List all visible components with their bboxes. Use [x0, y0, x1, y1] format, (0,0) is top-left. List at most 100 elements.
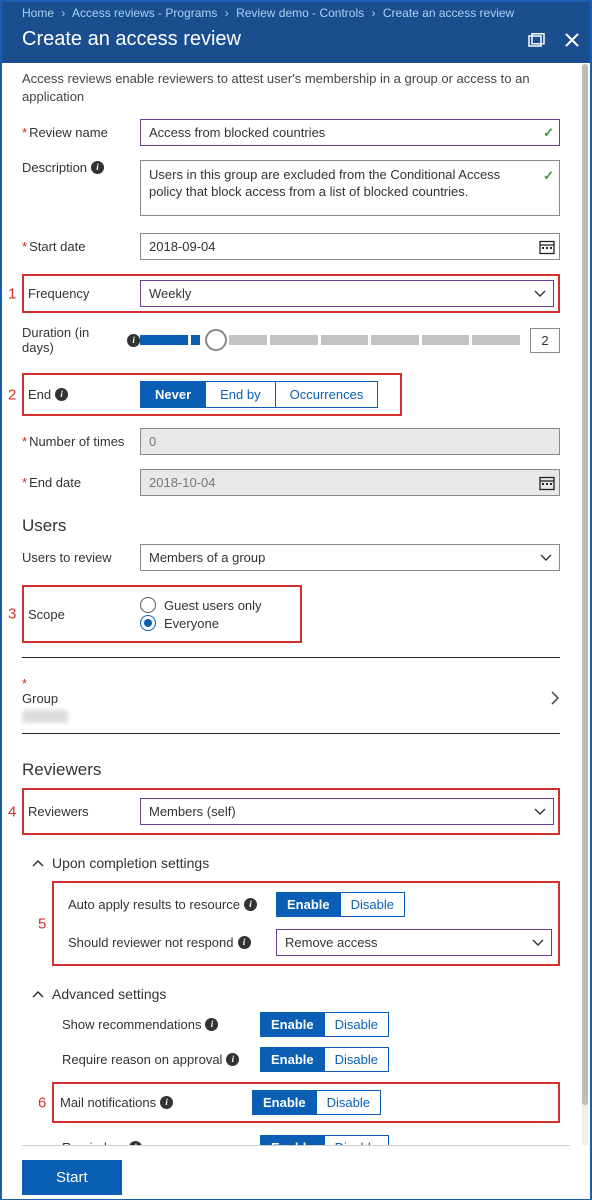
chevron-up-icon [32, 855, 44, 871]
users-to-review-select[interactable]: Members of a group [140, 544, 560, 571]
mail-notif-enable[interactable]: Enable [253, 1091, 317, 1114]
callout-mail: 6 Mail notifications i Enable Disable [52, 1082, 560, 1123]
review-name-input[interactable] [140, 119, 560, 146]
mail-notif-disable[interactable]: Disable [317, 1091, 380, 1114]
callout-2: 2 [8, 386, 16, 403]
label-reviewers: Reviewers [28, 804, 140, 819]
require-reason-disable[interactable]: Disable [325, 1048, 388, 1071]
label-end: End i [28, 387, 140, 402]
start-date-input[interactable] [140, 233, 560, 260]
callout-frequency: 1 Frequency Weekly [22, 274, 560, 313]
auto-apply-disable[interactable]: Disable [341, 893, 404, 916]
start-button[interactable]: Start [22, 1160, 122, 1195]
bottom-bar: Start [2, 1145, 590, 1199]
label-review-name: Review name [22, 125, 140, 140]
advanced-label: Advanced settings [52, 986, 166, 1002]
chevron-right-icon: › [371, 6, 375, 20]
show-reco-disable[interactable]: Disable [325, 1013, 388, 1036]
group-value-redacted [22, 710, 68, 723]
label-mail-notif: Mail notifications i [60, 1095, 252, 1110]
info-icon[interactable]: i [226, 1053, 239, 1066]
auto-apply-toggle: Enable Disable [276, 892, 405, 917]
require-reason-enable[interactable]: Enable [261, 1048, 325, 1071]
crumb-home[interactable]: Home [22, 6, 54, 20]
end-date-input [140, 469, 560, 496]
chevron-up-icon [32, 986, 44, 1002]
end-never-button[interactable]: Never [141, 382, 206, 407]
info-icon[interactable]: i [160, 1096, 173, 1109]
info-icon[interactable]: i [244, 898, 257, 911]
info-icon[interactable]: i [91, 161, 104, 174]
label-end-date: End date [22, 475, 140, 490]
page-title: Create an access review [22, 28, 514, 51]
end-toggle-group: Never End by Occurrences [140, 381, 378, 408]
end-occurrences-button[interactable]: Occurrences [276, 382, 378, 407]
frequency-select[interactable]: Weekly [140, 280, 554, 307]
mail-notif-toggle: Enable Disable [252, 1090, 381, 1115]
duration-slider[interactable] [140, 329, 520, 351]
reviewers-select[interactable]: Members (self) [140, 798, 554, 825]
label-users-to-review: Users to review [22, 550, 140, 565]
section-users: Users [22, 516, 560, 536]
label-frequency: Frequency [28, 286, 140, 301]
number-of-times-input [140, 428, 560, 455]
scrollbar[interactable] [582, 64, 588, 1195]
show-reco-toggle: Enable Disable [260, 1012, 389, 1037]
form-body: Access reviews enable reviewers to attes… [2, 60, 580, 1199]
scope-guest-label: Guest users only [164, 598, 262, 613]
label-auto-apply: Auto apply results to resource i [68, 897, 266, 912]
callout-5: 5 [38, 915, 46, 932]
show-reco-enable[interactable]: Enable [261, 1013, 325, 1036]
label-start-date: Start date [22, 239, 140, 254]
scope-guest-option[interactable]: Guest users only [140, 597, 296, 613]
scope-everyone-label: Everyone [164, 616, 219, 631]
info-icon[interactable]: i [55, 388, 68, 401]
divider [22, 1145, 570, 1146]
label-show-reco: Show recommendations i [62, 1017, 260, 1032]
close-icon[interactable] [564, 32, 580, 48]
scrollbar-thumb[interactable] [582, 64, 588, 1105]
check-icon: ✓ [543, 168, 554, 184]
blade-titlebar: Create an access review [2, 22, 590, 63]
callout-end: 2 End i Never End by Occurrences [22, 373, 402, 416]
chevron-right-icon [550, 690, 560, 709]
end-endby-button[interactable]: End by [206, 382, 275, 407]
slider-thumb[interactable] [205, 329, 227, 351]
scope-everyone-option[interactable]: Everyone [140, 615, 296, 631]
breadcrumb: Home › Access reviews - Programs › Revie… [2, 2, 590, 22]
restore-window-icon[interactable] [528, 33, 546, 47]
section-advanced[interactable]: Advanced settings [32, 986, 560, 1002]
info-icon[interactable]: i [127, 334, 140, 347]
not-respond-select[interactable]: Remove access [276, 929, 552, 956]
info-icon[interactable]: i [205, 1018, 218, 1031]
label-not-respond: Should reviewer not respond i [68, 935, 266, 950]
chevron-right-icon: › [225, 6, 229, 20]
check-icon: ✓ [543, 125, 554, 141]
duration-value[interactable]: 2 [530, 328, 560, 353]
label-require-reason: Require reason on approval i [62, 1052, 260, 1067]
crumb-programs[interactable]: Access reviews - Programs [72, 6, 217, 20]
label-scope: Scope [28, 607, 140, 622]
callout-3: 3 [8, 606, 16, 623]
divider [22, 657, 560, 658]
crumb-current: Create an access review [383, 6, 514, 20]
auto-apply-enable[interactable]: Enable [277, 893, 341, 916]
group-picker[interactable]: Group [22, 668, 560, 734]
upon-completion-label: Upon completion settings [52, 855, 209, 871]
description-input[interactable]: Users in this group are excluded from th… [140, 160, 560, 216]
label-group: Group [22, 691, 58, 706]
radio-icon [140, 615, 156, 631]
callout-6: 6 [38, 1094, 46, 1111]
calendar-icon [537, 474, 557, 492]
info-icon[interactable]: i [238, 936, 251, 949]
label-description: Description i [22, 160, 140, 175]
intro-text: Access reviews enable reviewers to attes… [22, 70, 560, 105]
callout-1: 1 [8, 285, 16, 302]
crumb-controls[interactable]: Review demo - Controls [236, 6, 364, 20]
label-duration: Duration (in days) i [22, 325, 140, 355]
label-number-of-times: Number of times [22, 434, 140, 449]
calendar-icon[interactable] [537, 238, 557, 256]
callout-4: 4 [8, 803, 16, 820]
callout-scope: 3 Scope Guest users only Everyone [22, 585, 302, 643]
section-upon-completion[interactable]: Upon completion settings [32, 855, 560, 871]
